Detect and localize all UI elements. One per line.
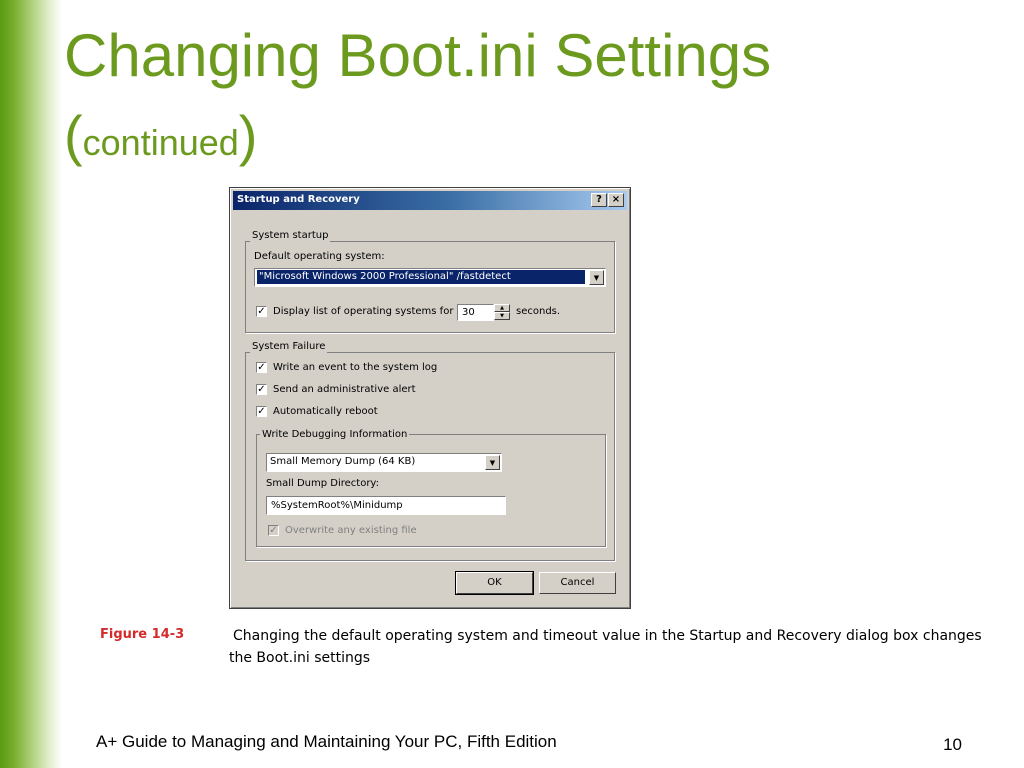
system-startup-label: System startup bbox=[250, 230, 331, 242]
dump-dir-input[interactable]: %SystemRoot%\Minidump bbox=[266, 496, 506, 515]
close-button[interactable]: × bbox=[608, 193, 624, 207]
overwrite-checkbox[interactable]: ✓ bbox=[268, 525, 279, 536]
admin-alert-checkbox[interactable]: ✓ bbox=[256, 384, 267, 395]
dialog-title-bar[interactable]: Startup and Recovery ? × bbox=[233, 191, 627, 210]
write-event-label: Write an event to the system log bbox=[273, 362, 438, 373]
subtitle-text: continued bbox=[82, 122, 239, 163]
slide-side-gradient-bar bbox=[0, 0, 62, 768]
debugging-info-label: Write Debugging Information bbox=[260, 429, 410, 441]
dialog-title: Startup and Recovery bbox=[237, 194, 360, 205]
default-os-value: "Microsoft Windows 2000 Professional" /f… bbox=[257, 270, 585, 284]
slide-subtitle: (continued) bbox=[64, 108, 257, 164]
dropdown-arrow-icon[interactable]: ▼ bbox=[485, 455, 500, 470]
help-button[interactable]: ? bbox=[591, 193, 607, 207]
write-event-checkbox[interactable]: ✓ bbox=[256, 362, 267, 373]
slide-title: Changing Boot.ini Settings bbox=[64, 22, 772, 89]
dump-dir-label: Small Dump Directory: bbox=[266, 478, 379, 489]
auto-reboot-label: Automatically reboot bbox=[273, 406, 378, 417]
dump-type-dropdown[interactable]: Small Memory Dump (64 KB) ▼ bbox=[266, 453, 502, 472]
seconds-label: seconds. bbox=[516, 306, 561, 317]
footer-text: A+ Guide to Managing and Maintaining You… bbox=[96, 732, 557, 751]
auto-reboot-checkbox[interactable]: ✓ bbox=[256, 406, 267, 417]
subtitle-close-paren: ) bbox=[238, 104, 258, 167]
dropdown-arrow-icon[interactable]: ▼ bbox=[589, 270, 604, 285]
seconds-spinner[interactable]: ▲ ▼ bbox=[494, 304, 510, 321]
display-list-label: Display list of operating systems for bbox=[273, 306, 454, 317]
spin-up-icon[interactable]: ▲ bbox=[494, 304, 510, 312]
dump-type-value: Small Memory Dump (64 KB) bbox=[270, 456, 416, 467]
system-failure-label: System Failure bbox=[250, 341, 328, 353]
default-os-dropdown[interactable]: "Microsoft Windows 2000 Professional" /f… bbox=[254, 268, 606, 287]
subtitle-open-paren: ( bbox=[64, 104, 83, 167]
page-number: 10 bbox=[943, 735, 962, 754]
ok-button[interactable]: OK bbox=[455, 571, 534, 595]
overwrite-label: Overwrite any existing file bbox=[285, 525, 417, 536]
seconds-input[interactable]: 30 bbox=[457, 304, 494, 321]
admin-alert-label: Send an administrative alert bbox=[273, 384, 416, 395]
figure-caption: Changing the default operating system an… bbox=[229, 628, 982, 666]
figure-label: Figure 14-3 bbox=[100, 627, 185, 642]
default-os-label: Default operating system: bbox=[254, 251, 385, 262]
display-list-checkbox[interactable]: ✓ bbox=[256, 306, 267, 317]
cancel-button[interactable]: Cancel bbox=[539, 572, 616, 594]
startup-recovery-dialog: Startup and Recovery ? × System startup … bbox=[229, 187, 631, 609]
spin-down-icon[interactable]: ▼ bbox=[494, 312, 510, 320]
